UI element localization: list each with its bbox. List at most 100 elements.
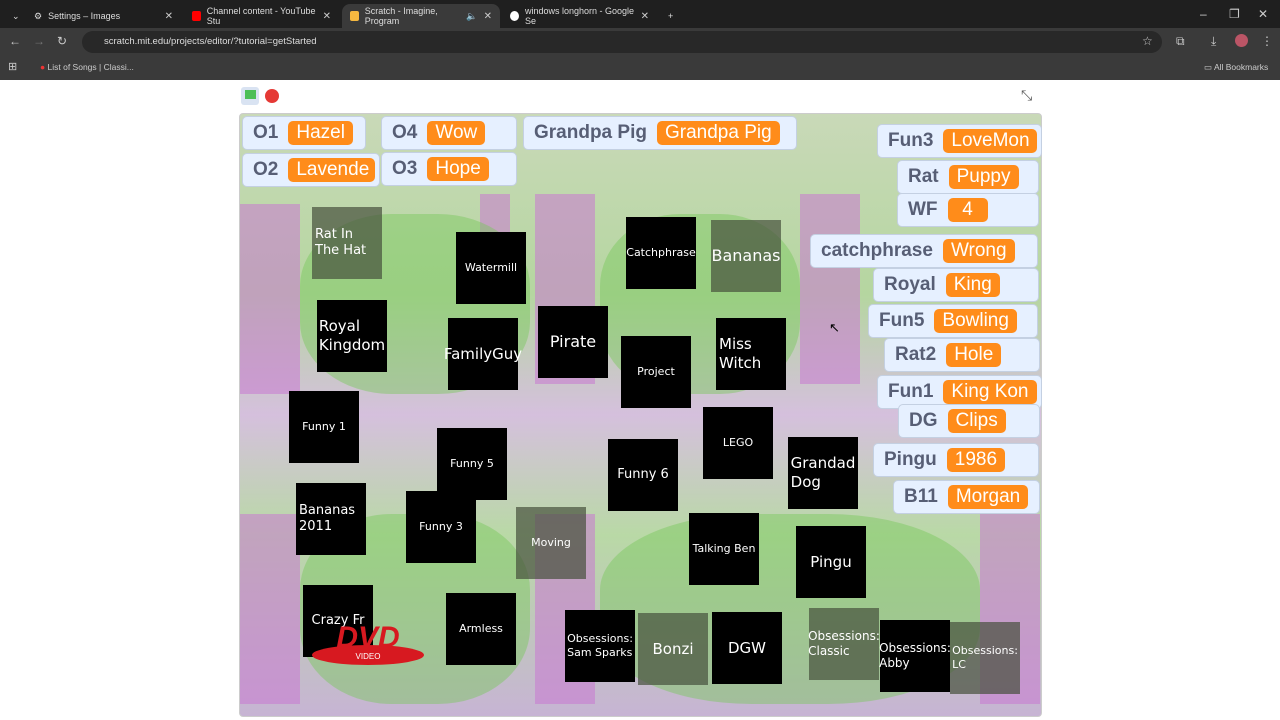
extensions-icon[interactable]: ⧉ bbox=[1176, 34, 1185, 49]
maximize-button[interactable]: ❐ bbox=[1229, 7, 1240, 21]
monitor-value: Lavende bbox=[288, 158, 375, 182]
sprite-label: Moving bbox=[531, 536, 571, 550]
monitor-value: Wow bbox=[427, 121, 486, 145]
youtube-icon bbox=[192, 11, 201, 21]
all-bookmarks-button[interactable]: ▭ All Bookmarks bbox=[1204, 62, 1268, 73]
monitor-value: LoveMon bbox=[943, 129, 1037, 153]
sprite[interactable]: Funny 6 bbox=[608, 439, 678, 511]
avatar[interactable] bbox=[1235, 34, 1248, 47]
sprite[interactable]: Obsessions: Classic bbox=[808, 608, 880, 680]
sprite[interactable]: FamilyGuy bbox=[444, 318, 522, 390]
speaker-icon[interactable]: 🔈 bbox=[466, 11, 477, 22]
sprite[interactable]: Obsessions: LC bbox=[950, 622, 1020, 694]
variable-monitor[interactable]: Rat2 Hole bbox=[884, 338, 1040, 372]
reload-button[interactable]: ↻ bbox=[57, 34, 67, 48]
tab-google[interactable]: windows longhorn - Google Se ✕ bbox=[502, 4, 657, 28]
sprite[interactable]: Funny 3 bbox=[406, 491, 476, 563]
sprite[interactable]: Grandad Dog bbox=[788, 437, 858, 509]
variable-monitor[interactable]: Pingu 1986 bbox=[873, 443, 1039, 477]
new-tab-button[interactable]: + bbox=[660, 4, 681, 28]
back-button[interactable]: ← bbox=[9, 34, 21, 48]
close-icon[interactable]: ✕ bbox=[323, 11, 331, 22]
sprite[interactable]: Armless bbox=[446, 593, 516, 665]
monitor-value: 4 bbox=[947, 198, 988, 222]
monitor-value: Grandpa Pig bbox=[656, 121, 780, 145]
sprite-label: Miss Witch bbox=[719, 335, 762, 372]
tab-settings[interactable]: ⚙ Settings – Images ✕ bbox=[26, 4, 181, 28]
sprite[interactable]: Catchphrase bbox=[626, 217, 696, 289]
sprite-label: Funny 1 bbox=[302, 420, 346, 434]
sprite[interactable]: Talking Ben bbox=[689, 513, 759, 585]
close-icon[interactable]: ✕ bbox=[484, 11, 492, 22]
green-flag-icon bbox=[245, 90, 256, 99]
sprite[interactable]: LEGO bbox=[703, 407, 773, 479]
sprite[interactable]: Obsessions: Sam Sparks bbox=[565, 610, 635, 682]
monitor-value: 1986 bbox=[946, 448, 1006, 472]
monitor-label: catchphrase bbox=[821, 240, 933, 261]
download-icon[interactable]: ⤓ bbox=[1211, 34, 1216, 49]
variable-monitor[interactable]: O4 Wow bbox=[381, 116, 517, 150]
sprite[interactable]: Royal Kingdom bbox=[317, 300, 387, 372]
fullscreen-exit-button[interactable]: ⤡ bbox=[1021, 87, 1032, 104]
sprite-label: Project bbox=[637, 365, 675, 379]
tab-youtube[interactable]: Channel content - YouTube Stu ✕ bbox=[184, 4, 339, 28]
sprite[interactable]: Pirate bbox=[538, 306, 608, 378]
bookmark-item[interactable]: ● List of Songs | Classi... bbox=[40, 62, 134, 72]
sprite-label: Talking Ben bbox=[692, 542, 756, 556]
sprite[interactable]: Bananas bbox=[711, 220, 781, 292]
monitor-label: O3 bbox=[392, 158, 418, 179]
sprite[interactable]: Moving bbox=[516, 507, 586, 579]
variable-monitor[interactable]: Royal King bbox=[873, 268, 1039, 302]
stop-button[interactable] bbox=[265, 89, 279, 103]
variable-monitor[interactable]: Rat Puppy bbox=[897, 160, 1039, 194]
sprite-label: Obsessions: LC bbox=[952, 644, 1018, 671]
close-icon[interactable]: ✕ bbox=[641, 11, 649, 22]
close-icon[interactable]: ✕ bbox=[165, 11, 173, 22]
forward-button[interactable]: → bbox=[33, 34, 45, 48]
variable-monitor[interactable]: O2 Lavende bbox=[242, 153, 380, 187]
variable-monitor[interactable]: O1 Hazel bbox=[242, 116, 366, 150]
bookmark-favicon-icon: ● bbox=[40, 62, 46, 72]
sprite[interactable]: Funny 5 bbox=[437, 428, 507, 500]
close-window-button[interactable]: ✕ bbox=[1258, 7, 1268, 21]
tab-search-button[interactable]: ⌄ bbox=[4, 4, 24, 28]
minimize-button[interactable]: – bbox=[1200, 7, 1207, 21]
dvd-video-logo[interactable]: DVD VIDEO bbox=[310, 615, 426, 667]
variable-monitor[interactable]: catchphrase Wrong bbox=[810, 234, 1038, 268]
tab-scratch[interactable]: Scratch - Imagine, Program 🔈 ✕ bbox=[342, 4, 500, 28]
monitor-value: Hazel bbox=[288, 121, 353, 145]
tab-bar: ⌄ ⚙ Settings – Images ✕ Channel content - … bbox=[0, 0, 1280, 28]
menu-icon[interactable]: ⋮ bbox=[1261, 34, 1273, 48]
variable-monitor[interactable]: Grandpa Pig Grandpa Pig bbox=[523, 116, 797, 150]
sprite[interactable]: Miss Witch bbox=[716, 318, 786, 390]
variable-monitor[interactable]: B11 Morgan bbox=[893, 480, 1040, 514]
sprite[interactable]: DGW bbox=[712, 612, 782, 684]
svg-text:VIDEO: VIDEO bbox=[356, 652, 381, 661]
sprite[interactable]: Watermill bbox=[456, 232, 526, 304]
sprite[interactable]: Funny 1 bbox=[289, 391, 359, 463]
sprite[interactable]: Bananas 2011 bbox=[296, 483, 366, 555]
green-flag-button[interactable] bbox=[241, 87, 259, 105]
sprite-label: Bananas bbox=[711, 246, 781, 265]
sprite-label: Obsessions: Sam Sparks bbox=[567, 632, 633, 659]
address-bar[interactable]: scratch.mit.edu/projects/editor/?tutoria… bbox=[82, 31, 1162, 53]
sprite[interactable]: Pingu bbox=[796, 526, 866, 598]
apps-icon[interactable]: ⊞ bbox=[8, 60, 17, 73]
sprite[interactable]: Rat In The Hat bbox=[312, 207, 382, 279]
variable-monitor[interactable]: Fun3 LoveMon bbox=[877, 124, 1042, 158]
sprite[interactable]: Project bbox=[621, 336, 691, 408]
variable-monitor[interactable]: Fun5 Bowling bbox=[868, 304, 1038, 338]
monitor-value: Puppy bbox=[948, 165, 1019, 189]
monitor-value: Wrong bbox=[942, 239, 1015, 263]
variable-monitor[interactable]: WF 4 bbox=[897, 193, 1039, 227]
sprite-label: Watermill bbox=[464, 261, 518, 275]
bookmark-star-icon[interactable]: ☆ bbox=[1142, 34, 1153, 48]
variable-monitor[interactable]: DG Clips bbox=[898, 404, 1040, 438]
sprite[interactable]: Obsessions: Abby bbox=[879, 620, 951, 692]
monitor-value: Bowling bbox=[934, 309, 1017, 333]
folder-icon: ▭ bbox=[1204, 62, 1213, 72]
sprite-label: Catchphrase bbox=[626, 246, 696, 260]
backdrop bbox=[800, 194, 860, 384]
sprite[interactable]: Bonzi bbox=[638, 613, 708, 685]
variable-monitor[interactable]: O3 Hope bbox=[381, 152, 517, 186]
